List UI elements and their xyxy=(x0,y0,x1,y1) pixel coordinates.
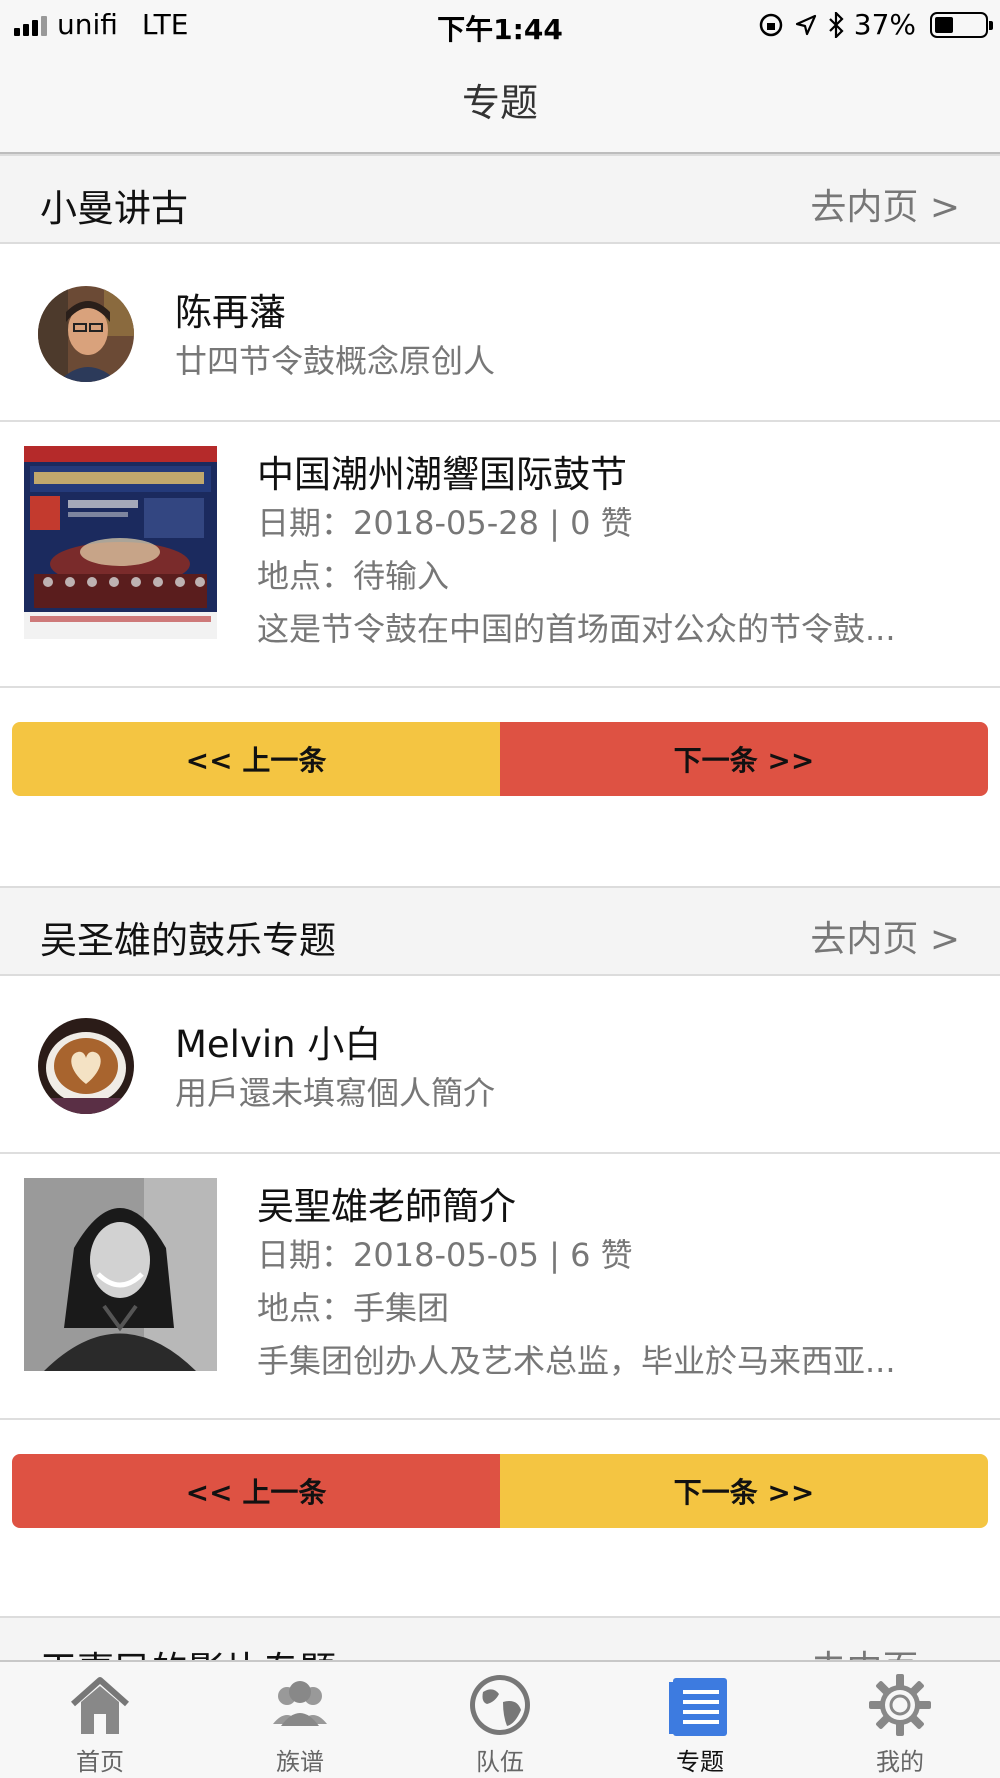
go-inner-page-link[interactable]: 去内页 > xyxy=(810,1640,960,1660)
document-icon xyxy=(669,1678,727,1736)
article-thumbnail xyxy=(24,446,217,639)
previous-button[interactable]: << 上一条 xyxy=(12,722,500,796)
next-button[interactable]: 下一条 >> xyxy=(500,1454,988,1528)
navigation-bar: 专题 xyxy=(0,50,1000,154)
article-location: 地点：待输入 xyxy=(257,557,450,595)
article-row[interactable]: 吴聖雄老師簡介 日期：2018-05-05 | 6 赞 地点：手集团 手集团创办… xyxy=(0,1154,1000,1420)
tab-me[interactable]: 我的 xyxy=(800,1662,1000,1778)
tab-home[interactable]: 首页 xyxy=(0,1662,200,1778)
status-bar: unifi LTE 下午1:44 37% xyxy=(0,0,1000,50)
section-title: 吴圣雄的鼓乐专题 xyxy=(40,919,336,962)
article-title: 中国潮州潮響国际鼓节 xyxy=(257,453,627,496)
tab-label: 首页 xyxy=(76,1748,124,1776)
home-icon xyxy=(71,1677,129,1734)
author-name: Melvin 小白 xyxy=(175,1023,382,1066)
article-title: 吴聖雄老師簡介 xyxy=(257,1185,516,1228)
previous-button[interactable]: << 上一条 xyxy=(12,1454,500,1528)
article-row[interactable]: 中国潮州潮響国际鼓节 日期：2018-05-28 | 0 赞 地点：待输入 这是… xyxy=(0,422,1000,688)
tab-team[interactable]: 队伍 xyxy=(400,1662,600,1778)
topic-list[interactable]: 小曼讲古 去内页 > 陈再藩 廿四节令鼓概念原创人 中国潮州潮響国际鼓节 日期：… xyxy=(0,154,1000,1660)
go-inner-page-link[interactable]: 去内页 > xyxy=(810,910,960,962)
tab-topics[interactable]: 专题 xyxy=(600,1662,800,1778)
topic-section: 小曼讲古 去内页 > 陈再藩 廿四节令鼓概念原创人 中国潮州潮響国际鼓节 日期：… xyxy=(0,154,1000,884)
section-header: 吴圣雄的鼓乐专题 去内页 > xyxy=(0,886,1000,976)
tab-label: 我的 xyxy=(876,1748,924,1776)
topic-section: 吴圣雄的鼓乐专题 去内页 > Melvin 小白 用戶還未填寫個人簡介 吴聖雄老… xyxy=(0,886,1000,1616)
bluetooth-icon xyxy=(828,11,844,38)
section-title: 王嘉民的影片专题 xyxy=(40,1640,336,1660)
article-description: 手集团创办人及艺术总监，毕业於马来西亚... xyxy=(257,1342,896,1380)
article-location: 地点：手集团 xyxy=(257,1289,450,1327)
festival-poster-icon xyxy=(24,446,217,639)
tab-label: 队伍 xyxy=(476,1748,524,1776)
author-bio: 廿四节令鼓概念原创人 xyxy=(175,342,496,380)
tab-label: 专题 xyxy=(676,1748,724,1776)
tab-genealogy[interactable]: 族谱 xyxy=(200,1662,400,1778)
article-date-likes: 日期：2018-05-05 | 6 赞 xyxy=(257,1236,633,1274)
topic-section: 王嘉民的影片专题 去内页 > xyxy=(0,1616,1000,1660)
coffee-photo-icon xyxy=(38,1018,134,1114)
tab-bar: 首页 族谱 队伍 专题 我的 xyxy=(0,1660,1000,1778)
section-title: 小曼讲古 xyxy=(40,187,188,230)
author-row[interactable]: 陈再藩 廿四节令鼓概念原创人 xyxy=(0,244,1000,422)
gear-icon xyxy=(869,1674,931,1736)
author-bio: 用戶還未填寫個人簡介 xyxy=(175,1074,496,1112)
next-button[interactable]: 下一条 >> xyxy=(500,722,988,796)
article-description: 这是节令鼓在中国的首场面对公众的节令鼓... xyxy=(257,610,896,648)
portrait-photo-icon xyxy=(24,1178,217,1371)
article-thumbnail xyxy=(24,1178,217,1371)
orientation-lock-icon xyxy=(759,13,783,36)
pager-buttons: << 上一条 下一条 >> xyxy=(12,722,988,796)
battery-icon xyxy=(930,11,993,38)
location-icon xyxy=(795,14,816,35)
person-photo-icon xyxy=(38,286,134,382)
globe-icon xyxy=(470,1675,530,1735)
avatar xyxy=(38,1018,134,1114)
people-icon xyxy=(273,1681,327,1726)
article-date-likes: 日期：2018-05-28 | 0 赞 xyxy=(257,504,633,542)
battery-percent: 37% xyxy=(853,8,916,41)
page-title: 专题 xyxy=(461,81,538,125)
author-name: 陈再藩 xyxy=(175,291,286,334)
author-row[interactable]: Melvin 小白 用戶還未填寫個人簡介 xyxy=(0,976,1000,1154)
tab-label: 族谱 xyxy=(276,1748,324,1776)
pager-buttons: << 上一条 下一条 >> xyxy=(12,1454,988,1528)
section-header: 小曼讲古 去内页 > xyxy=(0,154,1000,244)
section-header: 王嘉民的影片专题 去内页 > xyxy=(0,1616,1000,1660)
go-inner-page-link[interactable]: 去内页 > xyxy=(810,178,960,230)
avatar xyxy=(38,286,134,382)
